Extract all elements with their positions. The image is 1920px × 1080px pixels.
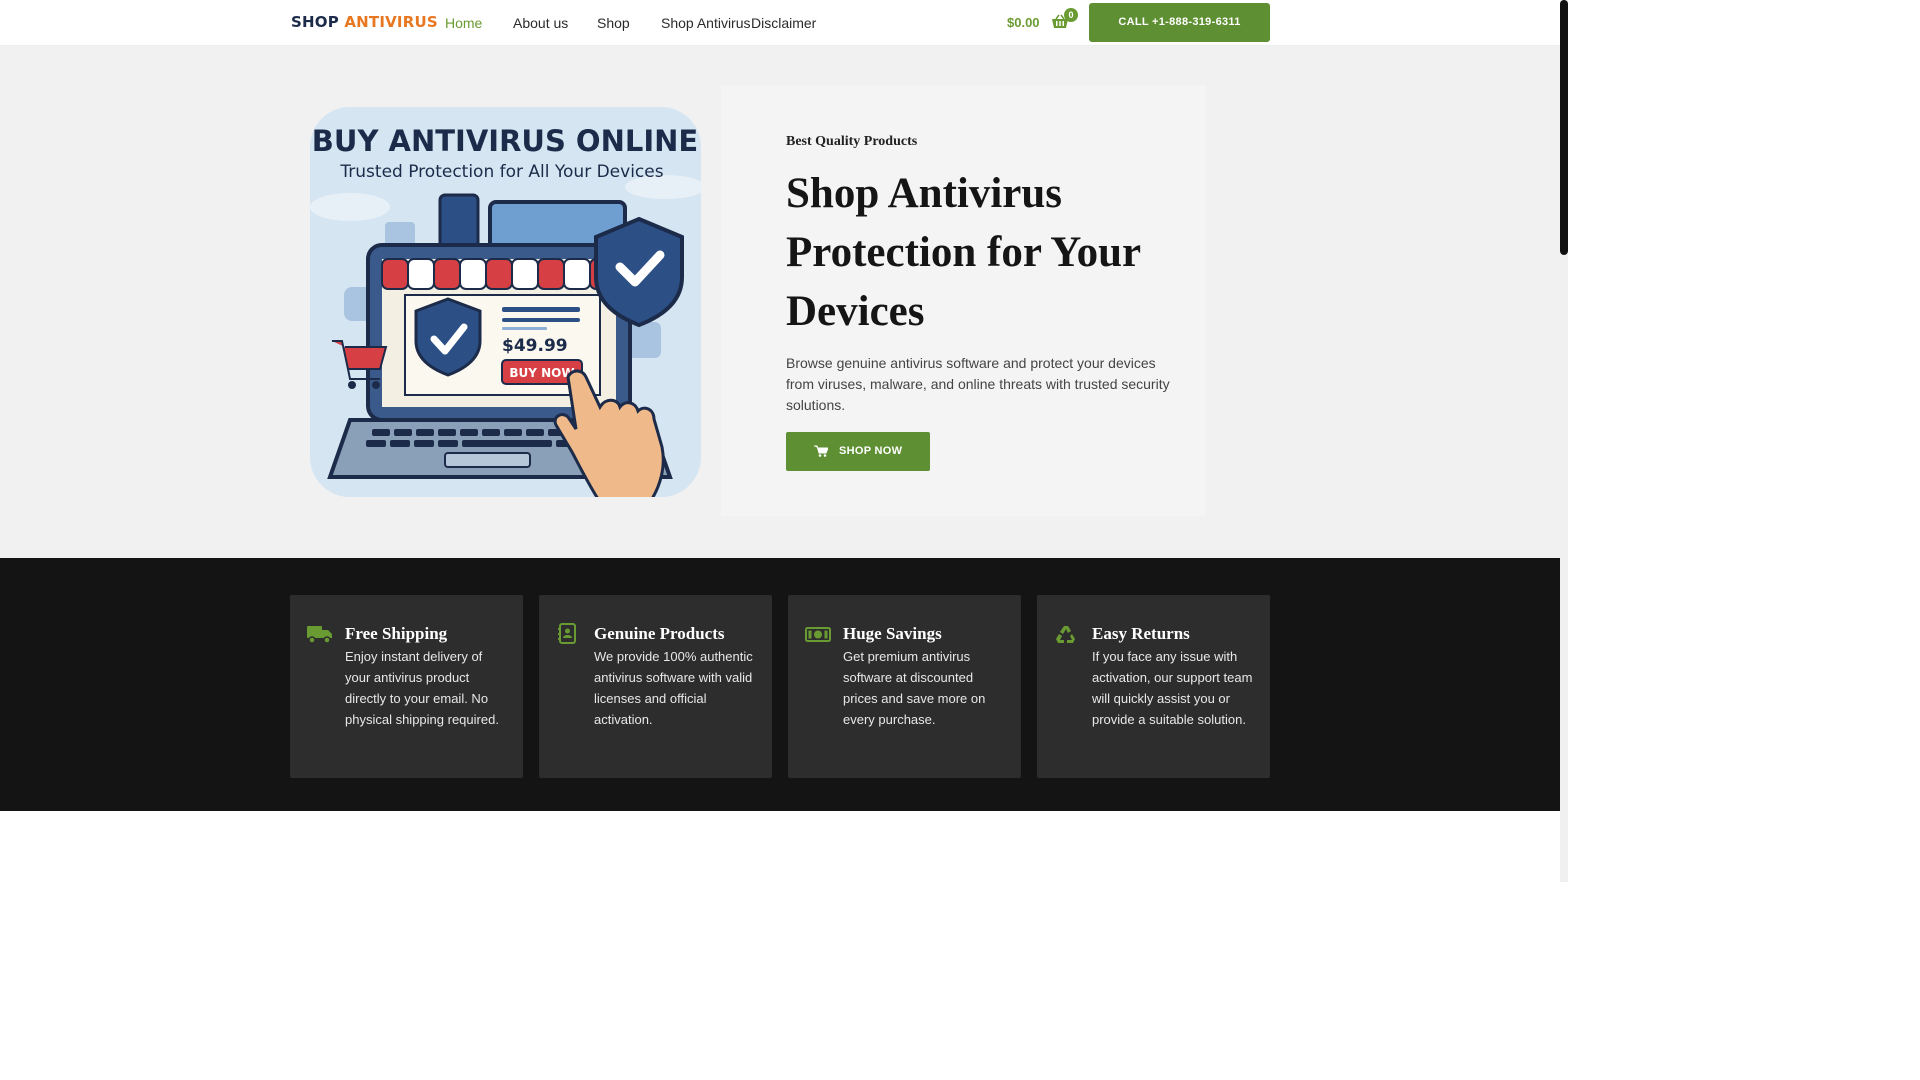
money-bill-icon (805, 627, 831, 642)
feature-text: We provide 100% authentic antivirus soft… (594, 649, 753, 727)
illustration-headline: BUY ANTIVIRUS ONLINE (312, 124, 698, 158)
cart-count-badge: 0 (1064, 8, 1078, 22)
feature-card-genuine-products: Genuine Products We provide 100% authent… (539, 595, 772, 778)
nav-shop[interactable]: Shop (597, 15, 630, 31)
feature-text: Enjoy instant delivery of your antivirus… (345, 649, 499, 727)
illustration-price: $49.99 (502, 336, 568, 356)
call-button[interactable]: CALL +1-888-319-6311 (1089, 3, 1270, 42)
site-header: SHOP ANTIVIRUS Home About us Shop Shop A… (0, 0, 1560, 46)
page-scrollbar-thumb[interactable] (1560, 0, 1568, 255)
feature-title: Easy Returns (1092, 624, 1190, 643)
cart-icon (814, 445, 828, 457)
hero-illustration: BUY ANTIVIRUS ONLINE Trusted Protection … (310, 107, 701, 497)
feature-title: Free Shipping (345, 624, 448, 643)
hero-eyebrow: Best Quality Products (786, 134, 918, 149)
buy-antivirus-illustration: BUY ANTIVIRUS ONLINE Trusted Protection … (310, 107, 701, 497)
recycle-icon (1056, 626, 1075, 643)
logo-text-antivirus: ANTIVIRUS (344, 13, 438, 31)
hero-section: BUY ANTIVIRUS ONLINE Trusted Protection … (0, 46, 1560, 558)
hero-description: Browse genuine antivirus software and pr… (786, 355, 1170, 413)
feature-card-huge-savings: Huge Savings Get premium antivirus softw… (788, 595, 1021, 778)
shop-now-label: SHOP NOW (839, 445, 903, 457)
nav-about-us[interactable]: About us (513, 15, 568, 31)
illustration-subheadline: Trusted Protection for All Your Devices (339, 162, 663, 182)
contact-card-icon (558, 623, 576, 644)
features-section: Free Shipping Enjoy instant delivery of … (0, 558, 1560, 811)
cart-total[interactable]: $0.00 (1007, 15, 1040, 30)
nav-disclaimer[interactable]: Disclaimer (751, 15, 816, 31)
feature-title: Huge Savings (843, 624, 942, 643)
feature-card-easy-returns: Easy Returns If you face any issue with … (1037, 595, 1270, 778)
feature-title: Genuine Products (594, 624, 725, 643)
feature-card-free-shipping: Free Shipping Enjoy instant delivery of … (290, 595, 523, 778)
nav-shop-antivirus[interactable]: Shop Antivirus (661, 15, 751, 31)
nav-home[interactable]: Home (445, 15, 482, 31)
truck-icon (307, 626, 332, 644)
illustration-buy-now: BUY NOW (509, 366, 574, 380)
feature-text: Get premium antivirus software at discou… (843, 649, 986, 727)
hero-title: Shop Antivirus Protection for Your Devic… (786, 170, 1141, 335)
logo-text-shop: SHOP (291, 13, 339, 31)
feature-text: If you face any issue with activation, o… (1092, 649, 1253, 727)
shop-now-button[interactable]: SHOP NOW (786, 432, 930, 471)
site-logo[interactable]: SHOP ANTIVIRUS (291, 13, 438, 31)
